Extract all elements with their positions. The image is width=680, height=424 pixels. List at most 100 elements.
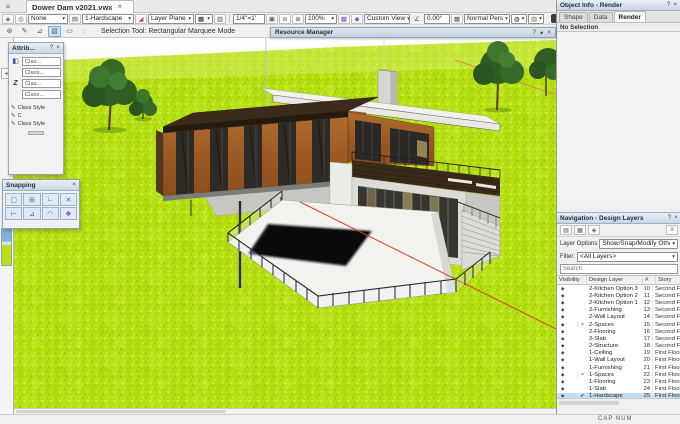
- design-layer-row[interactable]: ◆ 2-Furnishing 13 Second Floor: [557, 307, 680, 314]
- active-plane-dropdown[interactable]: Layer Plane ▾: [148, 13, 194, 24]
- attribute-style-row[interactable]: ✎ Class Style: [9, 104, 63, 112]
- design-layer-row[interactable]: ◆ 1-Wall Layout 20 First Floor: [557, 357, 680, 364]
- grid-options-dropdown[interactable]: ▦ ▾: [195, 13, 213, 24]
- visibility-icon[interactable]: ◆: [561, 307, 564, 313]
- design-layer-row[interactable]: ◆ 1-Flooring 23 First Floor: [557, 378, 680, 386]
- active-layer-dropdown[interactable]: 1-Hardscape ▾: [82, 13, 134, 24]
- attribute-style-row[interactable]: ✎ Class Style: [9, 120, 63, 128]
- visibility-icon[interactable]: ◆: [561, 293, 564, 299]
- snap-to-angle-icon[interactable]: ∟: [41, 193, 59, 206]
- close-icon[interactable]: ×: [673, 1, 677, 8]
- menu-icon[interactable]: ≡: [666, 225, 678, 235]
- snap-to-object-icon[interactable]: ⊞: [23, 193, 41, 206]
- close-icon[interactable]: ×: [547, 29, 551, 36]
- layer-plane-icon[interactable]: ◢: [135, 13, 147, 24]
- class-options-icon[interactable]: ▤: [69, 13, 81, 24]
- visibility-icon[interactable]: ◆: [561, 372, 564, 378]
- layer-scale-field[interactable]: 1/4"=1': [233, 13, 265, 24]
- interactive-scaling-icon[interactable]: ⊛: [3, 26, 16, 37]
- search-input[interactable]: [560, 264, 678, 274]
- saved-views-icon[interactable]: ◈: [2, 13, 14, 24]
- close-icon[interactable]: ×: [674, 214, 678, 221]
- help-icon[interactable]: ?: [532, 29, 536, 36]
- attribute-dropdown[interactable]: Class...: [22, 90, 61, 99]
- design-layer-row[interactable]: ◆ 2-Slab 17 Second Floor: [557, 335, 680, 342]
- plan-rotation-icon[interactable]: ▩: [338, 13, 350, 24]
- visibility-icon[interactable]: ◆: [561, 350, 564, 356]
- close-icon[interactable]: ×: [72, 181, 76, 188]
- visibility-icon[interactable]: ◆: [561, 343, 564, 349]
- close-icon[interactable]: ×: [56, 44, 60, 51]
- document-tab[interactable]: Dower Dam v2021.vwx ×: [26, 0, 134, 13]
- drawing-viewport[interactable]: [14, 38, 556, 408]
- resource-manager-titlebar[interactable]: Resource Manager ? ▾ ×: [270, 27, 556, 38]
- visibility-icon[interactable]: ◆: [561, 286, 564, 292]
- rotation-angle-field[interactable]: 0.00°: [424, 13, 450, 24]
- design-layers-icon[interactable]: ▤: [560, 225, 572, 235]
- help-icon[interactable]: ?: [668, 214, 672, 221]
- design-layer-row[interactable]: ◆ × 2-Spaces 15 Second Floor: [557, 321, 680, 328]
- attributes-palette-header[interactable]: Attrib... ? ×: [9, 43, 63, 54]
- snap-to-grid-icon[interactable]: ▢: [5, 193, 23, 206]
- pen-alt-mode-icon[interactable]: ⊿: [33, 26, 46, 37]
- design-layer-row[interactable]: ◆ 2-Kitchen Option 3 10 Second Floor: [557, 285, 680, 292]
- attribute-dropdown[interactable]: Class...: [22, 68, 61, 77]
- smart-points-icon[interactable]: ❖: [59, 207, 77, 220]
- filter-dropdown[interactable]: <All Layers> ▾: [577, 251, 678, 262]
- visibility-icon[interactable]: ◆: [561, 329, 564, 335]
- snap-to-edge-icon[interactable]: ⊢: [5, 207, 23, 220]
- pen-mode-icon[interactable]: ✎: [18, 26, 31, 37]
- sheet-layers-icon[interactable]: ▦: [574, 225, 586, 235]
- attributes-resize-handle[interactable]: [28, 131, 44, 135]
- visibility-icon[interactable]: ◆: [561, 379, 564, 385]
- tab-list-icon[interactable]: ≡: [3, 2, 13, 11]
- design-layer-row[interactable]: ◆ × 1-Spaces 22 First Floor: [557, 371, 680, 378]
- render-style-dropdown[interactable]: ▨ ▾: [528, 13, 544, 24]
- fit-to-objects-icon[interactable]: ▣: [266, 13, 278, 24]
- collapse-icon[interactable]: ▾: [540, 29, 543, 37]
- help-icon[interactable]: ?: [667, 1, 671, 8]
- search-views-icon[interactable]: ◎: [15, 13, 27, 24]
- snap-to-tangent-icon[interactable]: ◠: [41, 207, 59, 220]
- rectangular-marquee-icon[interactable]: ▧: [48, 25, 61, 37]
- zoom-level-dropdown[interactable]: 100% ▾: [305, 13, 337, 24]
- visibility-icon[interactable]: ◆: [561, 365, 564, 371]
- snapping-palette-header[interactable]: Snapping ×: [3, 180, 79, 191]
- design-layer-row[interactable]: ◆ 2-Kitchen Option 2 11 Second Floor: [557, 292, 680, 299]
- visibility-icon[interactable]: ◆: [561, 314, 564, 320]
- active-class-dropdown[interactable]: None ▾: [28, 13, 68, 24]
- flyover-icon[interactable]: ◆: [351, 13, 363, 24]
- attribute-dropdown[interactable]: Clas...: [22, 57, 61, 66]
- help-icon[interactable]: ?: [50, 44, 54, 51]
- object-info-header[interactable]: Object Info - Render ? ×: [557, 0, 680, 11]
- lasso-marquee-icon[interactable]: ◌: [78, 26, 91, 37]
- design-layer-row[interactable]: ◆ 2-Flooring 16 Second Floor: [557, 328, 680, 335]
- attribute-style-row[interactable]: ✎ C: [9, 112, 63, 120]
- zoom-in-icon[interactable]: ⊕: [292, 13, 304, 24]
- navigation-palette-header[interactable]: Navigation - Design Layers ? ×: [557, 213, 680, 224]
- attribute-dropdown[interactable]: Clas...: [22, 79, 61, 88]
- tab-render[interactable]: Render: [613, 11, 646, 22]
- tab-close-icon[interactable]: ×: [117, 3, 122, 11]
- snap-to-intersection-icon[interactable]: ✕: [59, 193, 77, 206]
- view-thumbnail[interactable]: [1, 228, 12, 266]
- reference-grid-icon[interactable]: ▦: [451, 13, 463, 24]
- visibility-icon[interactable]: ◆: [561, 357, 564, 363]
- saved-views-icon[interactable]: ◈: [588, 225, 600, 235]
- layer-options-icon[interactable]: ▥: [214, 13, 226, 24]
- tab-shape[interactable]: Shape: [559, 12, 588, 22]
- current-view-dropdown[interactable]: Custom View ▾: [364, 13, 410, 24]
- design-layer-row[interactable]: ◆ 2-Wall Layout 14 Second Floor: [557, 314, 680, 321]
- design-layer-row[interactable]: ◆ 2-Structure 18 Second Floor: [557, 343, 680, 350]
- visibility-icon[interactable]: ◆: [561, 300, 564, 306]
- design-layer-row[interactable]: ◆ 1-Ceiling 19 First Floor: [557, 350, 680, 357]
- layer-options-dropdown[interactable]: Show/Snap/Modify Others ▾: [599, 238, 678, 249]
- tab-data[interactable]: Data: [588, 12, 613, 22]
- design-layer-row[interactable]: ◆ 1-Furnishing 21 First Floor: [557, 364, 680, 371]
- navigation-horizontal-scrollbar[interactable]: [557, 398, 680, 406]
- polygon-marquee-icon[interactable]: ▭: [63, 26, 76, 37]
- projection-dropdown[interactable]: ◍ ▾: [511, 13, 527, 24]
- visibility-icon[interactable]: ◆: [561, 322, 564, 328]
- design-layer-row[interactable]: ◆ 1-Slab 24 First Floor: [557, 386, 680, 393]
- render-mode-dropdown[interactable]: Normal Pers ▾: [464, 13, 510, 24]
